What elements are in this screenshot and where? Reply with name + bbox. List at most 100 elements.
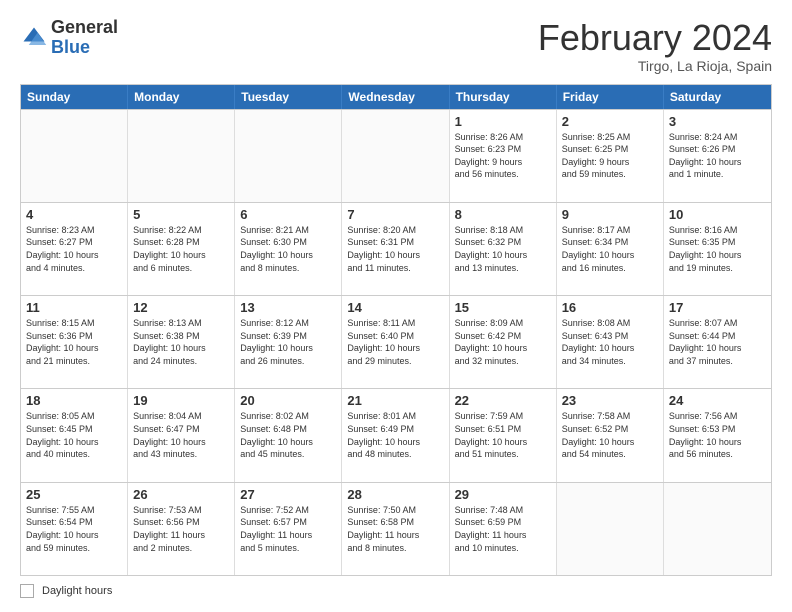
header: General Blue February 2024 Tirgo, La Rio… <box>20 18 772 74</box>
cal-cell: 25 Sunrise: 7:55 AM Sunset: 6:54 PM Dayli… <box>21 483 128 575</box>
cell-day-number: 10 <box>669 207 766 222</box>
cell-day-number: 26 <box>133 487 229 502</box>
header-cell-sunday: Sunday <box>21 85 128 109</box>
cell-info: Sunrise: 8:04 AM Sunset: 6:47 PM Dayligh… <box>133 410 229 460</box>
cell-day-number: 15 <box>455 300 551 315</box>
cal-cell: 24Sunrise: 7:56 AM Sunset: 6:53 PM Dayli… <box>664 389 771 481</box>
cell-info: Sunrise: 8:17 AM Sunset: 6:34 PM Dayligh… <box>562 224 658 274</box>
cell-day-number: 22 <box>455 393 551 408</box>
cal-cell <box>664 483 771 575</box>
page: General Blue February 2024 Tirgo, La Rio… <box>0 0 792 612</box>
cell-info: Sunrise: 8:21 AM Sunset: 6:30 PM Dayligh… <box>240 224 336 274</box>
calendar: SundayMondayTuesdayWednesdayThursdayFrid… <box>20 84 772 576</box>
cal-cell: 8 Sunrise: 8:18 AM Sunset: 6:32 PM Daylig… <box>450 203 557 295</box>
cell-day-number: 1 <box>455 114 551 129</box>
cell-day-number: 28 <box>347 487 443 502</box>
header-cell-thursday: Thursday <box>450 85 557 109</box>
cell-info: Sunrise: 8:11 AM Sunset: 6:40 PM Dayligh… <box>347 317 443 367</box>
logo-blue: Blue <box>51 38 118 58</box>
cell-day-number: 7 <box>347 207 443 222</box>
cell-info: Sunrise: 8:24 AM Sunset: 6:26 PM Dayligh… <box>669 131 766 181</box>
cell-day-number: 4 <box>26 207 122 222</box>
logo-general: General <box>51 18 118 38</box>
cal-cell: 11Sunrise: 8:15 AM Sunset: 6:36 PM Dayli… <box>21 296 128 388</box>
cal-cell: 10 Sunrise: 8:16 AM Sunset: 6:35 PM Dayli… <box>664 203 771 295</box>
cell-info: Sunrise: 8:08 AM Sunset: 6:43 PM Dayligh… <box>562 317 658 367</box>
cell-day-number: 2 <box>562 114 658 129</box>
cell-info: Sunrise: 7:52 AM Sunset: 6:57 PM Dayligh… <box>240 504 336 554</box>
cal-cell: 7 Sunrise: 8:20 AM Sunset: 6:31 PM Daylig… <box>342 203 449 295</box>
cal-cell: 14 Sunrise: 8:11 AM Sunset: 6:40 PM Dayli… <box>342 296 449 388</box>
cell-info: Sunrise: 8:07 AM Sunset: 6:44 PM Dayligh… <box>669 317 766 367</box>
header-cell-friday: Friday <box>557 85 664 109</box>
title-block: February 2024 Tirgo, La Rioja, Spain <box>538 18 772 74</box>
cal-cell: 20 Sunrise: 8:02 AM Sunset: 6:48 PM Dayli… <box>235 389 342 481</box>
header-cell-saturday: Saturday <box>664 85 771 109</box>
cell-day-number: 18 <box>26 393 122 408</box>
cell-day-number: 9 <box>562 207 658 222</box>
cal-cell <box>235 110 342 202</box>
week-row-2: 11Sunrise: 8:15 AM Sunset: 6:36 PM Dayli… <box>21 295 771 388</box>
cal-cell: 22Sunrise: 7:59 AM Sunset: 6:51 PM Dayli… <box>450 389 557 481</box>
cell-day-number: 21 <box>347 393 443 408</box>
cell-day-number: 3 <box>669 114 766 129</box>
cal-cell: 28 Sunrise: 7:50 AM Sunset: 6:58 PM Dayli… <box>342 483 449 575</box>
cal-cell: 29Sunrise: 7:48 AM Sunset: 6:59 PM Dayli… <box>450 483 557 575</box>
cal-cell <box>21 110 128 202</box>
cal-cell: 17 Sunrise: 8:07 AM Sunset: 6:44 PM Dayli… <box>664 296 771 388</box>
cal-cell <box>342 110 449 202</box>
week-row-4: 25 Sunrise: 7:55 AM Sunset: 6:54 PM Dayli… <box>21 482 771 575</box>
cell-info: Sunrise: 7:50 AM Sunset: 6:58 PM Dayligh… <box>347 504 443 554</box>
cell-day-number: 20 <box>240 393 336 408</box>
cal-cell <box>557 483 664 575</box>
cell-day-number: 29 <box>455 487 551 502</box>
cell-info: Sunrise: 8:05 AM Sunset: 6:45 PM Dayligh… <box>26 410 122 460</box>
cal-cell: 18 Sunrise: 8:05 AM Sunset: 6:45 PM Dayli… <box>21 389 128 481</box>
logo-icon <box>20 24 48 52</box>
week-row-1: 4 Sunrise: 8:23 AM Sunset: 6:27 PM Daylig… <box>21 202 771 295</box>
cell-info: Sunrise: 8:16 AM Sunset: 6:35 PM Dayligh… <box>669 224 766 274</box>
cal-cell: 4 Sunrise: 8:23 AM Sunset: 6:27 PM Daylig… <box>21 203 128 295</box>
cal-cell: 27 Sunrise: 7:52 AM Sunset: 6:57 PM Dayli… <box>235 483 342 575</box>
calendar-body: 1 Sunrise: 8:26 AM Sunset: 6:23 PM Daylig… <box>21 109 771 575</box>
cell-info: Sunrise: 8:22 AM Sunset: 6:28 PM Dayligh… <box>133 224 229 274</box>
calendar-header: SundayMondayTuesdayWednesdayThursdayFrid… <box>21 85 771 109</box>
cell-info: Sunrise: 8:15 AM Sunset: 6:36 PM Dayligh… <box>26 317 122 367</box>
cal-cell: 12Sunrise: 8:13 AM Sunset: 6:38 PM Dayli… <box>128 296 235 388</box>
cell-day-number: 13 <box>240 300 336 315</box>
cal-cell: 6Sunrise: 8:21 AM Sunset: 6:30 PM Daylig… <box>235 203 342 295</box>
logo: General Blue <box>20 18 118 58</box>
header-cell-tuesday: Tuesday <box>235 85 342 109</box>
cell-day-number: 25 <box>26 487 122 502</box>
footer: Daylight hours <box>20 584 772 598</box>
cell-info: Sunrise: 8:25 AM Sunset: 6:25 PM Dayligh… <box>562 131 658 181</box>
cell-info: Sunrise: 8:23 AM Sunset: 6:27 PM Dayligh… <box>26 224 122 274</box>
cell-day-number: 5 <box>133 207 229 222</box>
cell-info: Sunrise: 7:55 AM Sunset: 6:54 PM Dayligh… <box>26 504 122 554</box>
footer-box <box>20 584 34 598</box>
cell-day-number: 12 <box>133 300 229 315</box>
cal-cell: 3 Sunrise: 8:24 AM Sunset: 6:26 PM Daylig… <box>664 110 771 202</box>
cal-cell: 9 Sunrise: 8:17 AM Sunset: 6:34 PM Daylig… <box>557 203 664 295</box>
logo-text: General Blue <box>51 18 118 58</box>
cell-info: Sunrise: 7:58 AM Sunset: 6:52 PM Dayligh… <box>562 410 658 460</box>
cell-day-number: 8 <box>455 207 551 222</box>
cal-cell: 2 Sunrise: 8:25 AM Sunset: 6:25 PM Daylig… <box>557 110 664 202</box>
header-cell-wednesday: Wednesday <box>342 85 449 109</box>
cell-info: Sunrise: 7:56 AM Sunset: 6:53 PM Dayligh… <box>669 410 766 460</box>
cell-info: Sunrise: 8:18 AM Sunset: 6:32 PM Dayligh… <box>455 224 551 274</box>
cal-cell: 15Sunrise: 8:09 AM Sunset: 6:42 PM Dayli… <box>450 296 557 388</box>
main-title: February 2024 <box>538 18 772 58</box>
week-row-3: 18 Sunrise: 8:05 AM Sunset: 6:45 PM Dayli… <box>21 388 771 481</box>
cal-cell: 16Sunrise: 8:08 AM Sunset: 6:43 PM Dayli… <box>557 296 664 388</box>
cell-info: Sunrise: 8:02 AM Sunset: 6:48 PM Dayligh… <box>240 410 336 460</box>
cal-cell: 26Sunrise: 7:53 AM Sunset: 6:56 PM Dayli… <box>128 483 235 575</box>
cell-info: Sunrise: 8:20 AM Sunset: 6:31 PM Dayligh… <box>347 224 443 274</box>
cal-cell: 1 Sunrise: 8:26 AM Sunset: 6:23 PM Daylig… <box>450 110 557 202</box>
cell-day-number: 14 <box>347 300 443 315</box>
week-row-0: 1 Sunrise: 8:26 AM Sunset: 6:23 PM Daylig… <box>21 109 771 202</box>
cal-cell: 5 Sunrise: 8:22 AM Sunset: 6:28 PM Daylig… <box>128 203 235 295</box>
cell-day-number: 17 <box>669 300 766 315</box>
cell-info: Sunrise: 8:26 AM Sunset: 6:23 PM Dayligh… <box>455 131 551 181</box>
cell-day-number: 27 <box>240 487 336 502</box>
